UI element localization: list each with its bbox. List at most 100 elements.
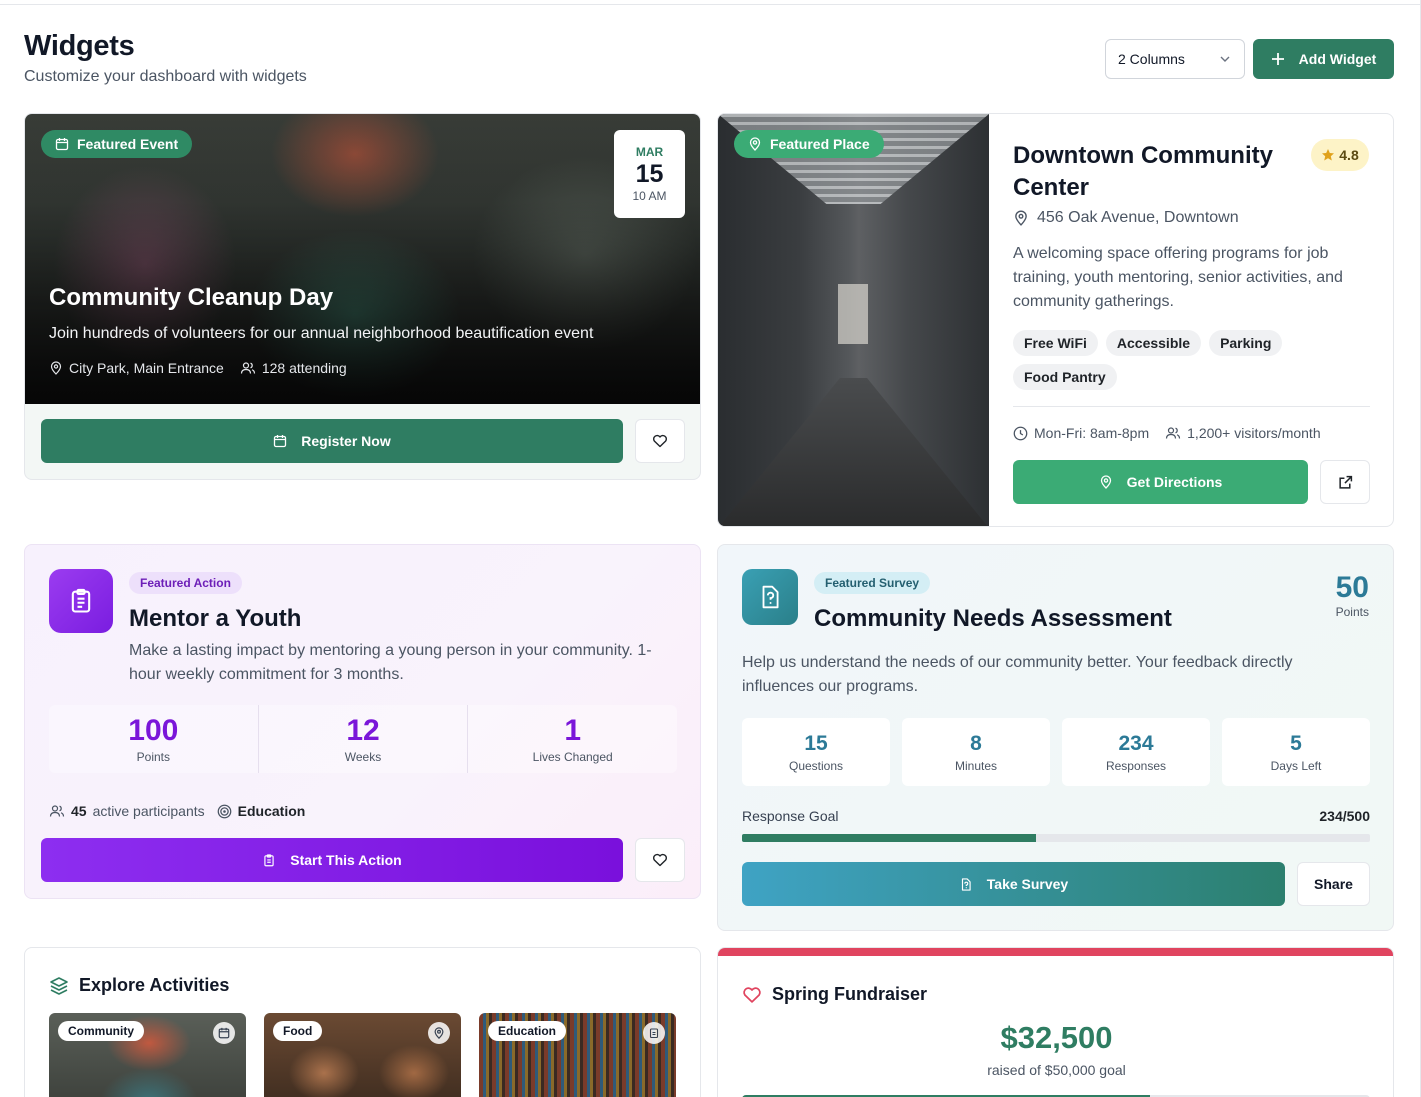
take-survey-button[interactable]: Take Survey <box>742 862 1285 906</box>
spring-fundraiser-card: Spring Fundraiser $32,500 raised of $50,… <box>717 947 1394 1097</box>
stat-label: Lives Changed <box>532 750 613 764</box>
event-meta: City Park, Main Entrance 128 attending <box>49 360 347 376</box>
featured-place-card: Featured Place Downtown Community Center… <box>717 113 1394 527</box>
action-stats: 100 Points 12 Weeks 1 Lives Changed <box>49 705 677 773</box>
favorite-event-button[interactable] <box>635 419 685 463</box>
map-pin-icon <box>49 361 63 375</box>
featured-survey-badge: Featured Survey <box>814 572 931 594</box>
featured-place-badge-label: Featured Place <box>770 136 870 152</box>
stat-responses: 234 Responses <box>1062 718 1210 786</box>
stat-label: Days Left <box>1270 759 1322 773</box>
map-pin-icon <box>1099 475 1113 489</box>
external-link-icon <box>1338 475 1353 490</box>
star-icon <box>1321 148 1335 162</box>
featured-survey-card: Featured Survey Community Needs Assessme… <box>717 544 1394 931</box>
stat-value: 12 <box>346 714 380 747</box>
event-date-box: MAR 15 10 AM <box>614 130 685 218</box>
heart-icon <box>652 434 668 448</box>
share-button[interactable]: Share <box>1297 862 1370 906</box>
calendar-icon <box>273 434 287 448</box>
plus-icon <box>1271 52 1285 66</box>
stat-value: 8 <box>970 732 982 755</box>
stat-value: 15 <box>804 732 828 755</box>
place-visitors: 1,200+ visitors/month <box>1187 425 1321 441</box>
place-tags: Free WiFi Accessible Parking Food Pantry <box>1013 330 1371 390</box>
clipboard-icon <box>49 569 113 633</box>
featured-action-badge: Featured Action <box>129 572 242 594</box>
survey-title: Community Needs Assessment <box>814 605 1172 632</box>
stat-weeks: 12 Weeks <box>259 705 469 773</box>
stat-days-left: 5 Days Left <box>1222 718 1370 786</box>
featured-place-badge: Featured Place <box>734 130 884 158</box>
place-hours: Mon-Fri: 8am-8pm <box>1034 425 1150 441</box>
survey-question-icon <box>742 569 798 625</box>
event-attending: 128 attending <box>261 360 347 376</box>
add-widget-button[interactable]: Add Widget <box>1253 39 1394 79</box>
columns-select-value: 2 Columns <box>1118 51 1185 67</box>
place-divider <box>1013 406 1370 407</box>
get-directions-button[interactable]: Get Directions <box>1013 460 1308 504</box>
survey-points-value: 50 <box>1335 571 1369 604</box>
event-title: Community Cleanup Day <box>49 284 334 311</box>
layers-icon <box>49 976 69 996</box>
stat-minutes: 8 Minutes <box>902 718 1050 786</box>
response-goal-progress-fill <box>742 834 1036 842</box>
event-description: Join hundreds of volunteers for our annu… <box>49 325 594 342</box>
survey-question-icon <box>959 877 973 892</box>
open-external-button[interactable] <box>1320 460 1370 504</box>
stat-value: 100 <box>128 714 179 747</box>
activity-tile-label: Food <box>273 1021 323 1041</box>
clock-icon <box>1013 426 1028 441</box>
activity-tile-label: Community <box>58 1021 144 1041</box>
fundraiser-accent-bar <box>718 948 1393 956</box>
activity-tiles: Community Food Education <box>49 1013 676 1097</box>
place-address-text: 456 Oak Avenue, Downtown <box>1037 209 1239 226</box>
start-action-button[interactable]: Start This Action <box>41 838 623 882</box>
place-meta: Mon-Fri: 8am-8pm 1,200+ visitors/month <box>1013 425 1321 441</box>
response-goal-value: 234/500 <box>1319 808 1370 824</box>
users-icon <box>49 804 65 818</box>
stat-lives-changed: 1 Lives Changed <box>468 705 677 773</box>
map-pin-icon <box>1013 210 1029 226</box>
participants-count: 45 <box>71 803 87 819</box>
target-icon <box>217 804 232 819</box>
heart-icon <box>652 853 668 867</box>
tag: Free WiFi <box>1013 330 1098 356</box>
columns-select[interactable]: 2 Columns <box>1105 39 1245 79</box>
take-survey-label: Take Survey <box>986 876 1069 892</box>
register-now-button[interactable]: Register Now <box>41 419 623 463</box>
page-title: Widgets <box>24 30 135 62</box>
stat-label: Questions <box>788 759 844 773</box>
response-goal-progress <box>742 834 1370 842</box>
activity-tile-education[interactable]: Education <box>479 1013 676 1097</box>
tag: Accessible <box>1105 330 1202 356</box>
top-divider <box>0 4 1421 5</box>
rating-value: 4.8 <box>1339 147 1359 163</box>
response-goal-row: Response Goal 234/500 <box>742 808 1370 824</box>
event-day: 15 <box>635 160 664 188</box>
place-title: Downtown Community Center <box>1013 142 1273 201</box>
stat-value: 234 <box>1118 732 1154 755</box>
favorite-action-button[interactable] <box>635 838 685 882</box>
activity-tile-community[interactable]: Community <box>49 1013 246 1097</box>
stat-label: Points <box>136 750 171 764</box>
action-description: Make a lasting impact by mentoring a you… <box>129 642 652 683</box>
event-month: MAR <box>635 145 664 159</box>
event-location: City Park, Main Entrance <box>69 360 224 376</box>
explore-header: Explore Activities <box>49 975 229 996</box>
start-action-label: Start This Action <box>290 852 402 868</box>
survey-stats: 15 Questions 8 Minutes 234 Responses 5 D… <box>742 718 1370 786</box>
activity-tile-food[interactable]: Food <box>264 1013 461 1097</box>
survey-points-label: Points <box>1335 605 1369 619</box>
featured-event-badge: Featured Event <box>41 130 193 158</box>
rating-badge: 4.8 <box>1311 139 1369 171</box>
calendar-icon <box>213 1022 235 1044</box>
featured-action-card: Featured Action Mentor a Youth Make a la… <box>24 544 701 899</box>
page-subtitle: Customize your dashboard with widgets <box>24 68 307 85</box>
stat-label: Weeks <box>344 750 382 764</box>
survey-points: 50 Points <box>1336 571 1369 619</box>
heart-icon <box>742 986 762 1004</box>
explore-title: Explore Activities <box>79 975 230 995</box>
response-goal-label: Response Goal <box>742 808 839 824</box>
action-meta: 45 active participants Education <box>49 803 305 819</box>
